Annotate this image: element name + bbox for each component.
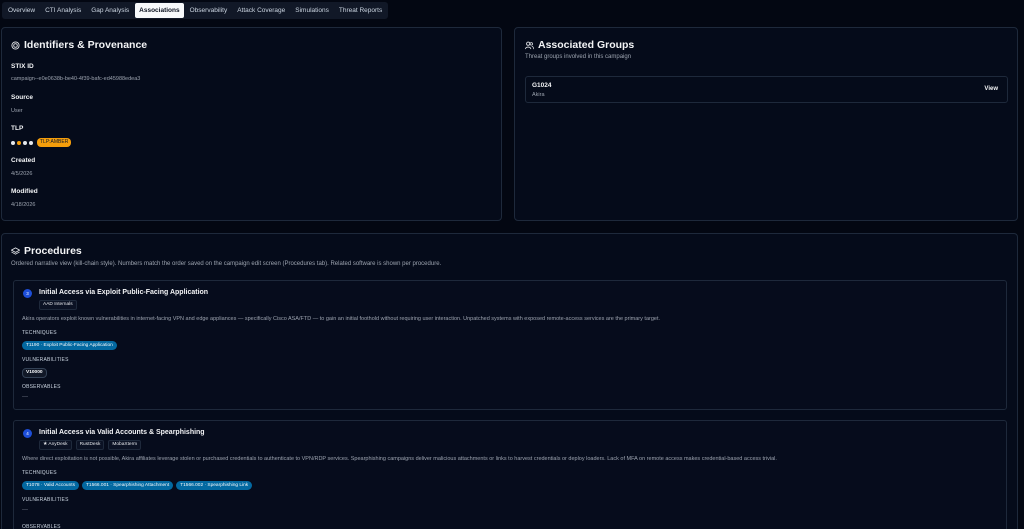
procedures-title: Procedures [24, 245, 82, 257]
tab-gap-analysis[interactable]: Gap Analysis [87, 3, 133, 18]
procedures-subtitle: Ordered narrative view (kill-chain style… [11, 261, 442, 267]
tab-associations[interactable]: Associations [135, 3, 184, 18]
technique-chip[interactable]: T1078 · Valid Accounts [22, 481, 79, 490]
groups-subtitle: Threat groups involved in this campaign [525, 54, 632, 60]
technique-list: T1078 · Valid Accounts T1566.001 · Spear… [22, 481, 253, 490]
vulnerability-list: V10000 [22, 368, 47, 378]
technique-chip[interactable]: T1566.002 · Spearphishing Link [176, 481, 253, 490]
tlp-dot-red [29, 140, 33, 145]
procedure-number: 3 [23, 289, 32, 298]
groups-title: Associated Groups [538, 39, 635, 51]
created-label: Created [11, 157, 36, 164]
modified-value: 4/18/2026 [11, 202, 36, 208]
software-list: AAD Internals [39, 300, 77, 310]
fingerprint-icon [11, 40, 20, 50]
software-tag[interactable]: ★ AnyDesk [39, 440, 72, 450]
groups-title-row: Associated Groups [525, 39, 634, 51]
tlp-badge: TLP:AMBER [37, 138, 72, 147]
users-icon [525, 41, 534, 49]
stix-id-label: STIX ID [11, 63, 34, 70]
groups-panel: Associated Groups Threat groups involved… [514, 27, 1018, 221]
tab-simulations[interactable]: Simulations [291, 3, 333, 18]
observables-label: OBSERVABLES [22, 384, 61, 390]
procedure-description: Akira operators exploit known vulnerabil… [22, 316, 661, 322]
vulnerabilities-empty: — [22, 507, 28, 513]
vulnerabilities-label: VULNERABILITIES [22, 357, 69, 363]
techniques-label: TECHNIQUES [22, 470, 57, 476]
observables-empty: — [22, 394, 28, 400]
stix-id-value: campaign--e0e0638b-be40-4f39-bafc-ed4598… [11, 76, 141, 82]
source-label: Source [11, 94, 34, 101]
tab-threat-reports[interactable]: Threat Reports [335, 3, 386, 18]
created-value: 4/5/2026 [11, 171, 33, 177]
techniques-label: TECHNIQUES [22, 330, 57, 336]
tlp-dot-amber [23, 140, 27, 145]
tab-attack-coverage[interactable]: Attack Coverage [233, 3, 289, 18]
group-id: G1024 [532, 82, 552, 89]
tlp-dot-clear [11, 140, 15, 145]
view-group-button[interactable]: View [984, 86, 998, 92]
procedure-name: Initial Access via Exploit Public-Facing… [39, 289, 209, 296]
group-name: Akira [532, 92, 545, 98]
identifiers-title-row: Identifiers & Provenance [11, 39, 147, 51]
layers-icon [11, 246, 20, 255]
procedure-description: Where direct exploitation is not possibl… [22, 456, 777, 462]
software-tag[interactable]: MobaXterm [108, 440, 142, 450]
identifiers-panel: Identifiers & Provenance STIX ID campaig… [1, 27, 502, 221]
vulnerabilities-label: VULNERABILITIES [22, 497, 69, 503]
identifiers-title: Identifiers & Provenance [24, 39, 148, 51]
procedures-title-row: Procedures [11, 245, 82, 257]
group-card[interactable]: G1024 Akira View [525, 76, 1008, 103]
procedures-panel: Procedures Ordered narrative view (kill-… [1, 233, 1018, 529]
procedure-card: 4 Initial Access via Valid Accounts & Sp… [13, 420, 1007, 529]
technique-list: T1190 · Exploit Public-Facing Applicatio… [22, 341, 117, 350]
vulnerability-chip[interactable]: V10000 [22, 368, 47, 378]
observables-label: OBSERVABLES [22, 524, 61, 529]
procedure-number: 4 [23, 429, 32, 438]
software-list: ★ AnyDesk RustDesk MobaXterm [39, 440, 142, 450]
modified-label: Modified [11, 188, 38, 195]
tab-bar: Overview CTI Analysis Gap Analysis Assoc… [2, 2, 389, 19]
tlp-label: TLP [11, 125, 24, 132]
software-tag[interactable]: AAD Internals [39, 300, 77, 310]
software-tag[interactable]: RustDesk [75, 440, 105, 450]
source-value: User [11, 108, 23, 114]
tab-observability[interactable]: Observability [186, 3, 232, 18]
tab-overview[interactable]: Overview [4, 3, 39, 18]
procedure-name: Initial Access via Valid Accounts & Spea… [39, 429, 205, 436]
tlp-indicator: TLP:AMBER [11, 138, 72, 147]
tab-cti-analysis[interactable]: CTI Analysis [41, 3, 85, 18]
technique-chip[interactable]: T1190 · Exploit Public-Facing Applicatio… [22, 341, 117, 350]
technique-chip[interactable]: T1566.001 · Spearphishing Attachment [81, 481, 174, 490]
tlp-dot-green [17, 140, 21, 145]
procedure-card: 3 Initial Access via Exploit Public-Faci… [13, 280, 1007, 410]
